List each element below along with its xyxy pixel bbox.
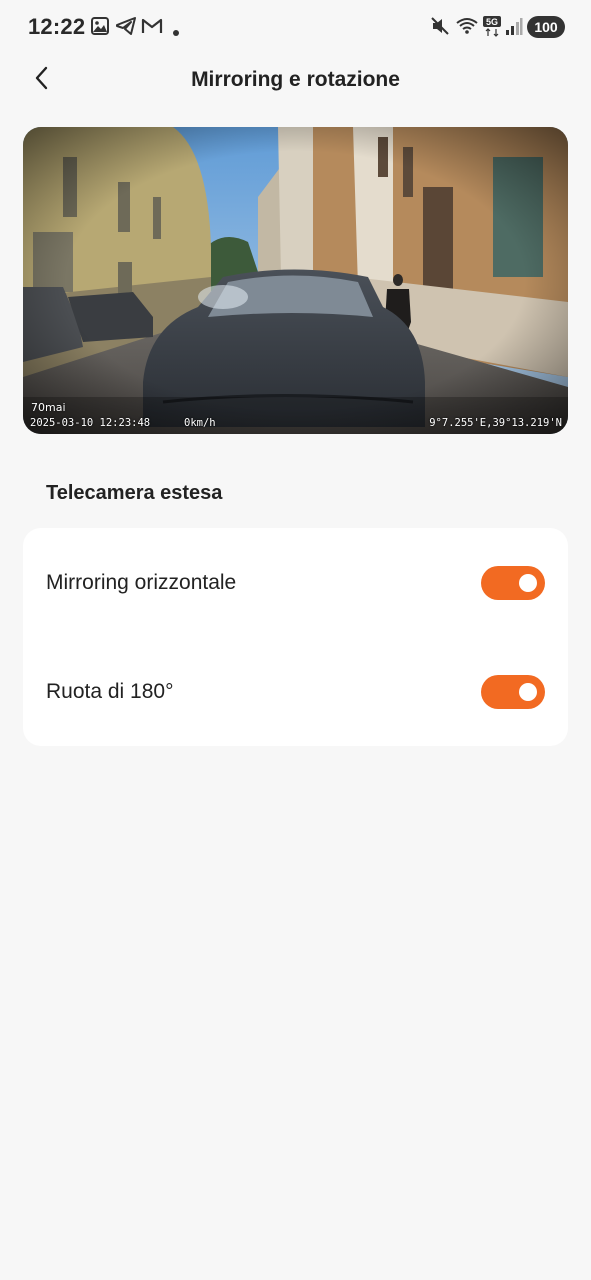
mute-icon [430, 16, 450, 41]
setting-label-rotate: Ruota di 180° [46, 680, 174, 703]
camera-preview: 70mai 2025-03-10 12:23:48 0km/h 9°7.255'… [23, 127, 568, 434]
setting-row-mirroring[interactable]: Mirroring orizzontale [23, 553, 568, 613]
network-label: 5G [486, 17, 498, 27]
setting-row-rotate[interactable]: Ruota di 180° [23, 662, 568, 722]
preview-brand: 70mai [31, 401, 66, 414]
mirroring-toggle[interactable] [481, 566, 545, 600]
section-title: Telecamera estesa [46, 482, 223, 504]
dot-icon [172, 24, 180, 42]
app-bar: Mirroring e rotazione [0, 56, 591, 104]
settings-card: Mirroring orizzontale Ruota di 180° [23, 528, 568, 746]
gmail-icon [141, 16, 163, 41]
status-time: 12:22 [28, 14, 86, 39]
status-bar: 12:22 5G 100 [0, 0, 591, 56]
signal-icon [505, 16, 523, 41]
gallery-icon [90, 16, 110, 41]
page-title: Mirroring e rotazione [191, 68, 400, 91]
rotate-toggle[interactable] [481, 675, 545, 709]
toggle-knob [519, 683, 537, 701]
toggle-knob [519, 574, 537, 592]
preview-coords: 9°7.255'E,39°13.219'N [429, 417, 562, 429]
5g-icon: 5G [482, 15, 502, 42]
wifi-icon [455, 16, 479, 41]
preview-speed: 0km/h [184, 417, 216, 429]
preview-datetime: 2025-03-10 12:23:48 [30, 417, 151, 429]
battery-icon: 100 [527, 16, 565, 38]
camera-preview-image [23, 127, 568, 434]
telegram-icon [115, 16, 137, 41]
setting-label-mirroring: Mirroring orizzontale [46, 571, 237, 594]
